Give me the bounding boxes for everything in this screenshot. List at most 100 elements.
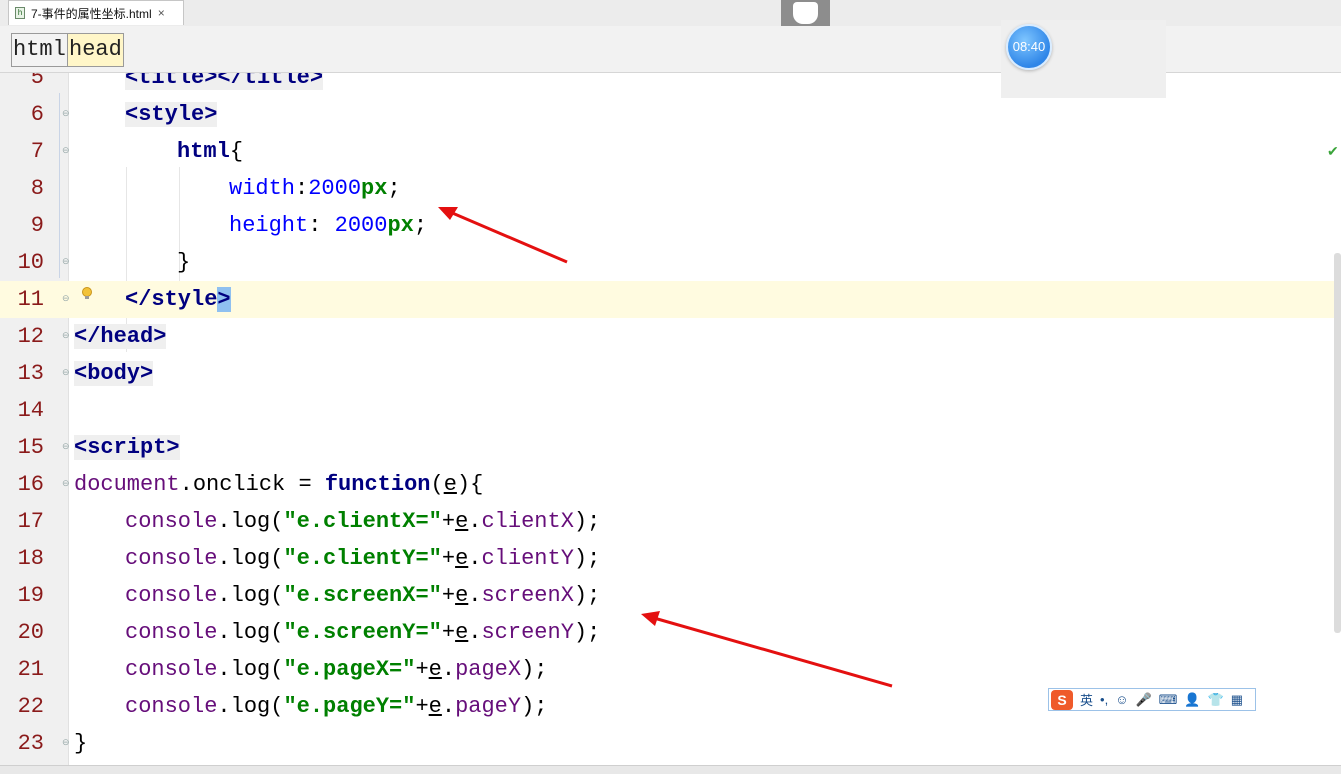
ime-emoji-icon[interactable]: ☺: [1115, 692, 1128, 707]
ime-keyboard-icon[interactable]: ⌨: [1159, 692, 1178, 708]
fold-marker-icon[interactable]: ⊖: [62, 331, 70, 341]
code-text: }: [74, 725, 87, 762]
head-close-tag: </head>: [74, 324, 166, 349]
fold-marker-icon[interactable]: ⊖: [62, 294, 70, 304]
line-number: 12: [0, 318, 44, 355]
js-method: log: [231, 620, 271, 645]
tab-file[interactable]: h 7-事件的属性坐标.html ×: [8, 0, 184, 25]
code-line: 7 ⊖ html{: [0, 133, 1336, 170]
breadcrumb-html[interactable]: html: [11, 33, 68, 67]
code-line-current: 11 ⊖ </style>: [0, 281, 1336, 318]
css-property: width: [229, 176, 295, 201]
line-number: 5: [0, 73, 44, 96]
fold-marker-icon[interactable]: ⊖: [62, 442, 70, 452]
js-property: onclick: [193, 472, 285, 497]
ime-skin-icon[interactable]: 👕: [1208, 692, 1224, 708]
tab-title: 7-事件的属性坐标.html: [31, 5, 152, 22]
js-identifier: console: [125, 694, 217, 719]
line-number: 7: [0, 133, 44, 170]
js-identifier: console: [125, 509, 217, 534]
style-open-tag: <style>: [125, 102, 217, 127]
code-text: document.onclick = function(e){: [74, 466, 483, 503]
fold-marker-icon[interactable]: ⊖: [62, 109, 70, 119]
line-number: 9: [0, 207, 44, 244]
code-text: </style>: [125, 281, 231, 318]
line-number: 6: [0, 96, 44, 133]
title-tag: <title></title>: [125, 73, 323, 90]
code-line: 20 console.log("e.screenY="+e.screenY);: [0, 614, 1336, 651]
line-number: 21: [0, 651, 44, 688]
js-property: pageX: [455, 657, 521, 682]
code-text: html{: [177, 133, 243, 170]
css-number: 2000: [308, 176, 361, 201]
js-string: "e.pageY=": [283, 694, 415, 719]
css-unit: px: [387, 213, 413, 238]
fold-marker-icon[interactable]: ⊖: [62, 257, 70, 267]
js-param: e: [455, 509, 468, 534]
fold-marker-icon[interactable]: ⊖: [62, 146, 70, 156]
clock-widget[interactable]: 08:40: [1006, 24, 1052, 70]
code-line: 23 ⊖ }: [0, 725, 1336, 762]
line-number: 13: [0, 355, 44, 392]
js-identifier: console: [125, 546, 217, 571]
ime-punctuation-icon[interactable]: •,: [1100, 692, 1108, 707]
fold-marker-icon[interactable]: ⊖: [62, 479, 70, 489]
code-text: <script>: [74, 429, 180, 466]
ime-tools-icon[interactable]: ▦: [1231, 692, 1243, 708]
code-text: console.log("e.pageY="+e.pageY);: [125, 688, 548, 725]
ime-language-toggle[interactable]: 英: [1080, 690, 1093, 709]
line-number: 10: [0, 244, 44, 281]
line-number: 22: [0, 688, 44, 725]
js-identifier: document: [74, 472, 180, 497]
code-line: 19 console.log("e.screenX="+e.screenX);: [0, 577, 1336, 614]
code-text: console.log("e.clientY="+e.clientY);: [125, 540, 600, 577]
js-param: e: [455, 583, 468, 608]
js-property: clientX: [481, 509, 573, 534]
close-icon[interactable]: ×: [158, 6, 165, 20]
code-text: console.log("e.clientX="+e.clientX);: [125, 503, 600, 540]
js-param: e: [444, 472, 457, 497]
vertical-scrollbar[interactable]: [1334, 253, 1341, 633]
code-text: <title></title>: [125, 73, 323, 96]
code-text: console.log("e.screenY="+e.screenY);: [125, 614, 600, 651]
camera-knob-icon: [793, 2, 818, 24]
style-close-tag: </style: [125, 287, 217, 312]
code-editor[interactable]: 5 <title></title> 6 ⊖ <style> 7 ⊖ html{ …: [0, 73, 1341, 773]
ime-mic-icon[interactable]: 🎤: [1135, 692, 1151, 708]
ime-user-icon[interactable]: 👤: [1184, 692, 1200, 708]
fold-marker-icon[interactable]: ⊖: [62, 368, 70, 378]
fold-marker-icon[interactable]: ⊖: [62, 738, 70, 748]
line-number: 18: [0, 540, 44, 577]
line-number: 11: [0, 281, 44, 318]
code-line: 12 ⊖ </head>: [0, 318, 1336, 355]
js-method: log: [231, 509, 271, 534]
css-property: height: [229, 213, 308, 238]
js-property: screenX: [481, 583, 573, 608]
matched-bracket: >: [217, 287, 230, 312]
code-text: height: 2000px;: [229, 207, 427, 244]
js-method: log: [231, 694, 271, 719]
code-text: </head>: [74, 318, 166, 355]
code-line: 15 ⊖ <script>: [0, 429, 1336, 466]
css-selector: html: [177, 139, 230, 164]
js-string: "e.clientY=": [283, 546, 441, 571]
js-param: e: [455, 620, 468, 645]
code-line: 18 console.log("e.clientY="+e.clientY);: [0, 540, 1336, 577]
code-line: 13 ⊖ <body>: [0, 355, 1336, 392]
ime-toolbar[interactable]: S 英 •, ☺ 🎤 ⌨ 👤 👕 ▦: [1048, 688, 1256, 711]
line-number: 8: [0, 170, 44, 207]
script-open-tag: <script>: [74, 435, 180, 460]
code-text: <body>: [74, 355, 153, 392]
lightbulb-icon[interactable]: [80, 287, 94, 301]
code-text: width:2000px;: [229, 170, 401, 207]
sogou-logo-icon[interactable]: S: [1051, 690, 1073, 710]
line-number: 16: [0, 466, 44, 503]
css-unit: px: [361, 176, 387, 201]
js-method: log: [231, 546, 271, 571]
breadcrumb-head[interactable]: head: [67, 33, 124, 67]
js-property: clientY: [481, 546, 573, 571]
line-number: 23: [0, 725, 44, 762]
line-number: 15: [0, 429, 44, 466]
code-line: 17 console.log("e.clientX="+e.clientX);: [0, 503, 1336, 540]
checkmark-icon: ✔: [1327, 143, 1339, 160]
